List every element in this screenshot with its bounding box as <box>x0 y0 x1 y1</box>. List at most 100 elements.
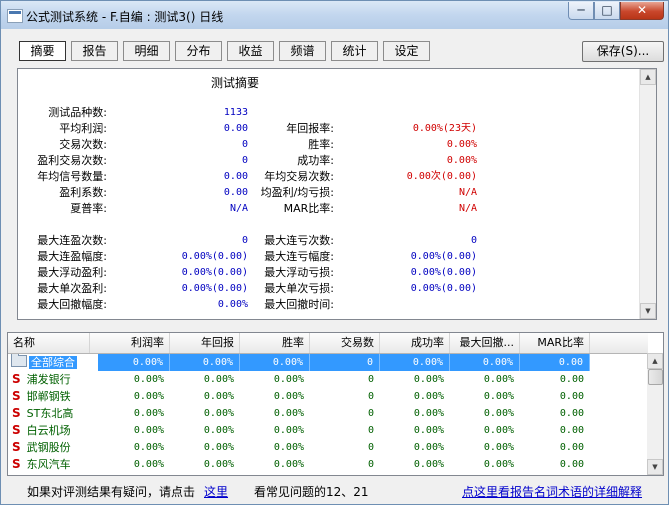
cell-mar: 0.00 <box>559 425 584 436</box>
minimize-button[interactable]: ─ <box>568 2 594 20</box>
table-row[interactable]: 全部综合 0.00% 0.00% 0.00% 0 0.00% 0.00% 0.0… <box>8 354 590 371</box>
table-row[interactable]: S 邯郸钢铁 0.00% 0.00% 0.00% 0 0.00% 0.00% 0.… <box>8 388 590 405</box>
cell-success-rate: 0.00% <box>413 425 444 436</box>
status-prompt: 如果对评测结果有疑问，请点击 <box>27 485 196 499</box>
stat-value: 0.00% <box>446 155 477 166</box>
table-scrollbar[interactable]: ▲ ▼ <box>647 353 663 475</box>
scroll-down-button[interactable]: ▼ <box>647 459 663 475</box>
tab-details[interactable]: 明细 <box>123 41 170 61</box>
stat-value: 0.00%(0.00) <box>181 283 248 294</box>
cell-mar: 0.00 <box>520 354 590 371</box>
window-title: 公式测试系统 - F.自编 : 测试3() 日线 <box>26 10 224 24</box>
title-bar[interactable]: 公式测试系统 - F.自编 : 测试3() 日线 ─ □ ✕ <box>1 1 668 29</box>
stat-value: 0 <box>241 139 248 150</box>
cell-max-drawdown: 0.00% <box>483 459 514 470</box>
stat-value: 0.00%(0.00) <box>181 251 248 262</box>
table-row[interactable]: S 东风汽车 0.00% 0.00% 0.00% 0 0.00% 0.00% 0.… <box>8 456 590 473</box>
cell-trades: 0 <box>367 425 374 436</box>
cell-max-drawdown: 0.00% <box>483 391 514 402</box>
column-header-max-drawdown[interactable]: 最大回撤... <box>450 333 520 353</box>
tab-returns[interactable]: 收益 <box>227 41 274 61</box>
close-button[interactable]: ✕ <box>620 2 664 20</box>
scroll-down-button[interactable]: ▼ <box>640 303 656 319</box>
stat-label: 最大浮动亏损: <box>264 266 334 279</box>
row-name: 邯郸钢铁 <box>26 390 71 403</box>
cell-annual-return: 0.00% <box>203 459 234 470</box>
tab-spectrum[interactable]: 频谱 <box>279 41 326 61</box>
stat-label: 胜率: <box>308 138 334 151</box>
row-name-cell: S 武钢股份 <box>8 439 98 456</box>
stat-value: 0.00%(0.00) <box>410 283 477 294</box>
stat-label: 盈利交易次数: <box>37 154 107 167</box>
maximize-button[interactable]: □ <box>594 2 620 20</box>
cell-profit-rate: 0.00% <box>133 425 164 436</box>
tab-summary[interactable]: 摘要 <box>19 41 66 61</box>
table-row[interactable]: S 浦发银行 0.00% 0.00% 0.00% 0 0.00% 0.00% 0.… <box>8 371 590 388</box>
table-row[interactable]: S ST东北高 0.00% 0.00% 0.00% 0 0.00% 0.00% 0… <box>8 405 590 422</box>
stat-label: 最大回撤幅度: <box>37 298 107 311</box>
column-header-annual-return[interactable]: 年回报 <box>170 333 240 353</box>
stat-value: 0.00% <box>446 139 477 150</box>
row-name: 武钢股份 <box>26 441 71 454</box>
row-name: 全部综合 <box>29 356 77 369</box>
summary-title: 测试摘要 <box>211 76 260 90</box>
tab-report[interactable]: 报告 <box>71 41 118 61</box>
cell-annual-return: 0.00% <box>203 442 234 453</box>
column-header-success-rate[interactable]: 成功率 <box>380 333 450 353</box>
cell-win-rate: 0.00% <box>273 425 304 436</box>
stat-value: N/A <box>458 203 477 214</box>
stat-value: N/A <box>458 187 477 198</box>
column-header-win-rate[interactable]: 胜率 <box>240 333 310 353</box>
stat-label: 最大连盈次数: <box>37 234 107 247</box>
table-row[interactable]: S 白云机场 0.00% 0.00% 0.00% 0 0.00% 0.00% 0.… <box>8 422 590 439</box>
cell-annual-return: 0.00% <box>203 374 234 385</box>
results-table: 名称 利润率 年回报 胜率 交易数 成功率 最大回撤... MAR比率 全部综合… <box>7 332 664 476</box>
summary-scrollbar[interactable]: ▲ ▼ <box>639 69 656 319</box>
scroll-up-button[interactable]: ▲ <box>640 69 656 85</box>
stat-label: 最大连盈幅度: <box>37 250 107 263</box>
row-name: 白云机场 <box>26 424 71 437</box>
stat-label: 年均信号数量: <box>37 170 107 183</box>
row-name-cell: S 白云机场 <box>8 422 98 439</box>
cell-win-rate: 0.00% <box>240 354 310 371</box>
cell-trades: 0 <box>310 354 380 371</box>
table-row[interactable]: S 武钢股份 0.00% 0.00% 0.00% 0 0.00% 0.00% 0.… <box>8 439 590 456</box>
stat-label: 成功率: <box>297 154 334 167</box>
cell-win-rate: 0.00% <box>273 391 304 402</box>
cell-annual-return: 0.00% <box>203 408 234 419</box>
column-header-trades[interactable]: 交易数 <box>310 333 380 353</box>
summary-panel: 测试摘要 测试品种数: 1133 平均利润: 0.00 交易次数: 0 盈利交易… <box>17 68 657 320</box>
cell-max-drawdown: 0.00% <box>483 442 514 453</box>
row-name-cell: S 邯郸钢铁 <box>8 388 98 405</box>
help-link[interactable]: 这里 <box>204 483 228 500</box>
column-header-profit-rate[interactable]: 利润率 <box>90 333 170 353</box>
cell-success-rate: 0.00% <box>413 374 444 385</box>
stat-value: 0.00 <box>223 123 248 134</box>
cell-win-rate: 0.00% <box>273 459 304 470</box>
column-header-mar[interactable]: MAR比率 <box>520 333 590 353</box>
cell-success-rate: 0.00% <box>413 408 444 419</box>
stock-icon: S <box>12 406 21 420</box>
cell-profit-rate: 0.00% <box>133 442 164 453</box>
tab-settings[interactable]: 设定 <box>383 41 430 61</box>
stat-label: 平均利润: <box>59 122 107 135</box>
cell-trades: 0 <box>367 374 374 385</box>
save-button[interactable]: 保存(S)... <box>582 41 664 62</box>
glossary-link[interactable]: 点这里看报告名词术语的详细解释 <box>462 483 642 500</box>
stat-label: 最大连亏幅度: <box>264 250 334 263</box>
stat-value: 0.00 <box>223 187 248 198</box>
column-header-name[interactable]: 名称 <box>8 333 90 353</box>
scroll-thumb[interactable] <box>648 369 663 385</box>
cell-trades: 0 <box>367 442 374 453</box>
scroll-up-button[interactable]: ▲ <box>647 353 663 369</box>
row-name-cell: S 浦发银行 <box>8 371 98 388</box>
stock-icon: S <box>12 389 21 403</box>
row-name-cell: 全部综合 <box>8 354 98 371</box>
stat-value: 1133 <box>223 107 248 118</box>
stat-value: 0.00% <box>217 299 248 310</box>
faq-text: 看常见问题的12、21 <box>254 485 369 499</box>
tab-distribution[interactable]: 分布 <box>175 41 222 61</box>
cell-max-drawdown: 0.00% <box>483 408 514 419</box>
tab-statistics[interactable]: 统计 <box>331 41 378 61</box>
cell-success-rate: 0.00% <box>413 391 444 402</box>
